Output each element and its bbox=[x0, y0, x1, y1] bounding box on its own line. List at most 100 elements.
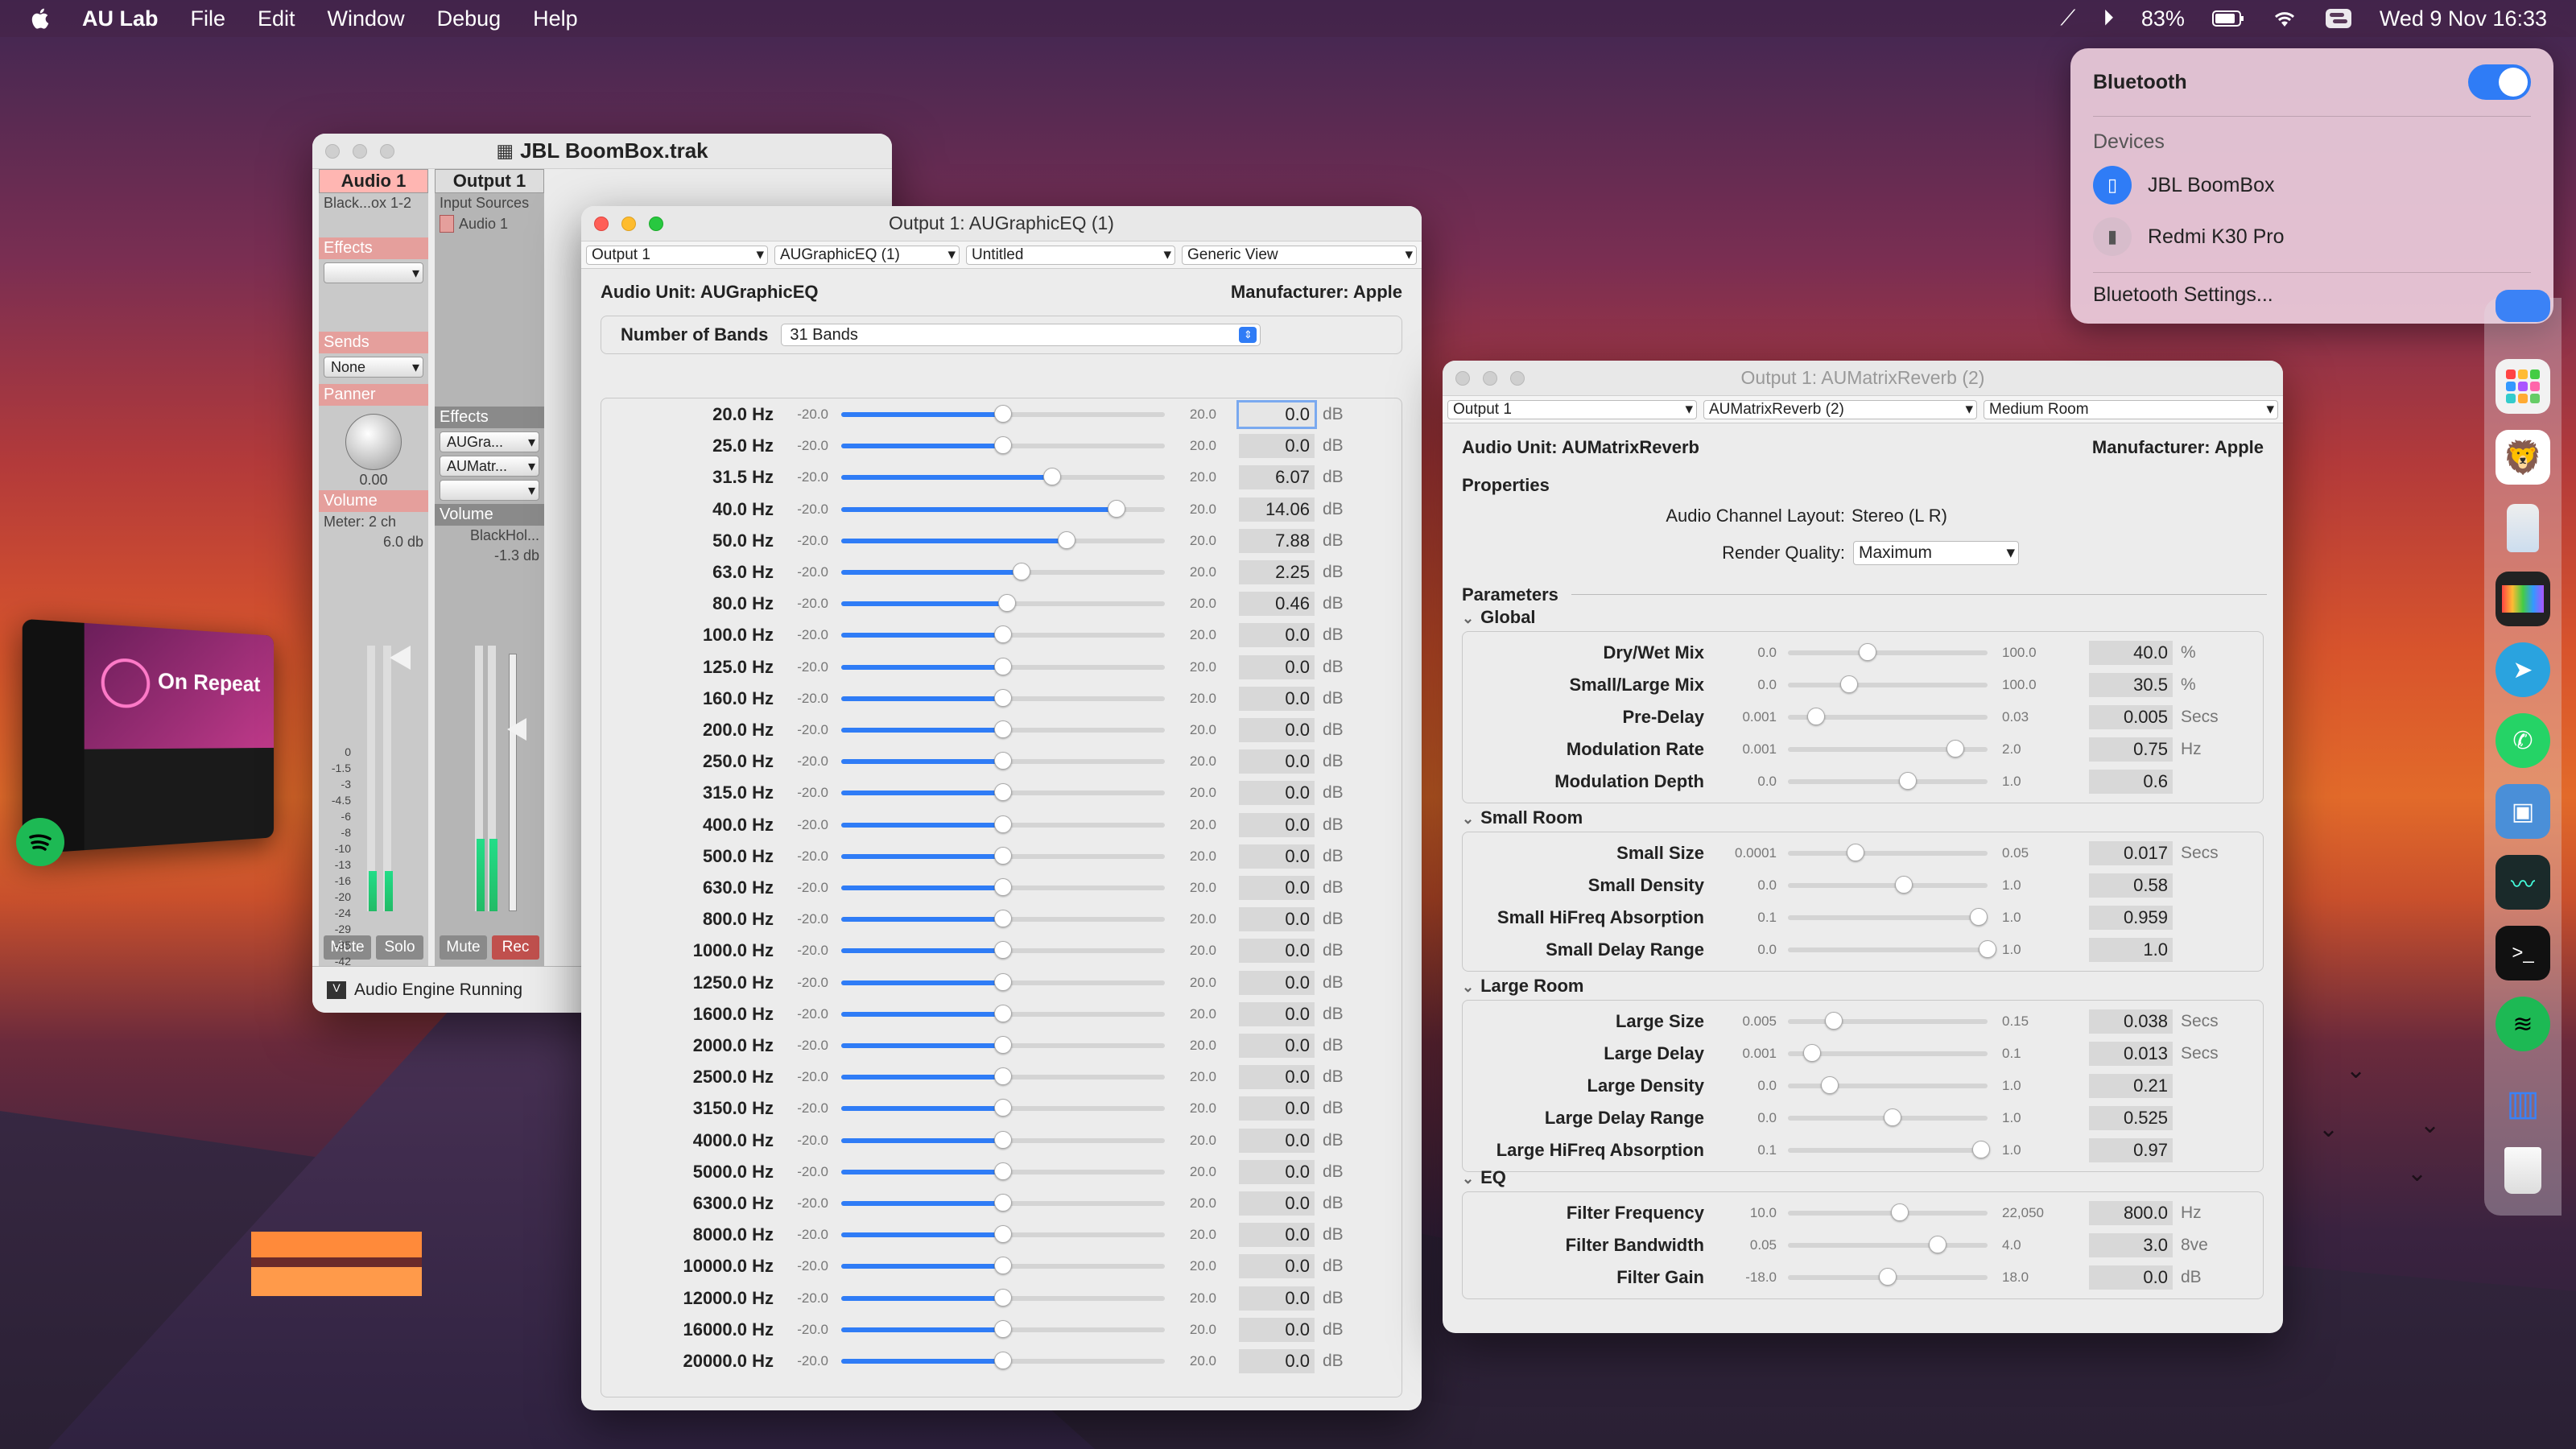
preset-select[interactable]: Untitled bbox=[966, 245, 1175, 265]
send-select[interactable]: None bbox=[324, 357, 423, 378]
band-slider[interactable] bbox=[841, 1319, 1165, 1338]
bluetooth-settings-link[interactable]: Bluetooth Settings... bbox=[2093, 283, 2531, 307]
band-value-field[interactable]: 0.0 bbox=[1239, 939, 1315, 964]
audio-unit-select[interactable]: AUMatrixReverb (2) bbox=[1703, 399, 1977, 419]
slider-knob[interactable] bbox=[1821, 1076, 1839, 1094]
volume-fader-handle[interactable] bbox=[390, 646, 411, 670]
band-slider[interactable] bbox=[841, 499, 1165, 518]
music-miniplayer[interactable]: On Repeat bbox=[22, 618, 275, 855]
zoom-button[interactable] bbox=[1510, 371, 1525, 386]
band-value-field[interactable]: 0.0 bbox=[1239, 812, 1315, 837]
parameter-value-field[interactable]: 0.525 bbox=[2089, 1106, 2173, 1130]
parameter-value-field[interactable]: 0.97 bbox=[2089, 1138, 2173, 1162]
parameter-slider[interactable] bbox=[1788, 876, 1988, 894]
slider-knob[interactable] bbox=[994, 878, 1012, 896]
parameter-slider[interactable] bbox=[1788, 740, 1988, 758]
close-button[interactable] bbox=[325, 144, 340, 159]
slider-knob[interactable] bbox=[994, 625, 1012, 644]
parameter-slider[interactable] bbox=[1788, 1108, 1988, 1126]
slider-knob[interactable] bbox=[994, 405, 1012, 423]
slider-knob[interactable] bbox=[1894, 876, 1913, 894]
band-slider[interactable] bbox=[841, 1130, 1165, 1149]
band-value-field[interactable]: 0.0 bbox=[1239, 749, 1315, 774]
menu-app-name[interactable]: AU Lab bbox=[82, 6, 159, 31]
slider-knob[interactable] bbox=[1971, 1141, 1990, 1158]
effect-slot[interactable] bbox=[324, 262, 423, 283]
slider-knob[interactable] bbox=[1839, 675, 1858, 693]
slider-knob[interactable] bbox=[1012, 563, 1030, 580]
band-slider[interactable] bbox=[841, 1225, 1165, 1244]
bottle-app-icon[interactable] bbox=[2496, 501, 2550, 555]
parameter-slider[interactable] bbox=[1788, 675, 1988, 693]
band-slider[interactable] bbox=[841, 972, 1165, 991]
effect-slot-reverb[interactable]: AUMatr... bbox=[440, 456, 539, 477]
band-value-field[interactable]: 0.0 bbox=[1239, 844, 1315, 869]
slider-knob[interactable] bbox=[1108, 499, 1126, 518]
device-redmi[interactable]: ▮ Redmi K30 Pro bbox=[2093, 217, 2531, 256]
parameter-value-field[interactable]: 0.75 bbox=[2089, 737, 2173, 762]
band-slider[interactable] bbox=[841, 1257, 1165, 1275]
render-quality-select[interactable]: Maximum bbox=[1853, 541, 2019, 565]
strip-input[interactable]: Black...ox 1-2 bbox=[319, 193, 428, 213]
minimize-button[interactable] bbox=[621, 217, 636, 231]
strip-name[interactable]: Audio 1 bbox=[319, 169, 428, 193]
slider-knob[interactable] bbox=[1979, 940, 1996, 958]
parameter-slider[interactable] bbox=[1788, 1236, 1988, 1253]
band-value-field[interactable]: 0.0 bbox=[1239, 718, 1315, 742]
band-value-field[interactable]: 0.0 bbox=[1239, 1349, 1315, 1373]
source-checkbox[interactable] bbox=[440, 215, 454, 233]
band-slider[interactable] bbox=[841, 1004, 1165, 1022]
slider-knob[interactable] bbox=[1043, 468, 1061, 486]
band-slider[interactable] bbox=[841, 783, 1165, 802]
parameter-value-field[interactable]: 30.5 bbox=[2089, 673, 2173, 697]
group-disclosure[interactable]: ⌄ Large Room bbox=[1462, 976, 1583, 997]
band-value-field[interactable]: 0.0 bbox=[1239, 1191, 1315, 1216]
preview-icon[interactable]: ▣ bbox=[2496, 784, 2550, 839]
parameter-slider[interactable] bbox=[1788, 940, 1996, 958]
parameter-slider[interactable] bbox=[1788, 643, 1988, 661]
pan-knob[interactable] bbox=[345, 414, 402, 470]
pen-tool-icon[interactable]: ⟋ bbox=[2060, 6, 2075, 31]
band-slider[interactable] bbox=[841, 688, 1165, 707]
audio-unit-select[interactable]: AUGraphicEQ (1) bbox=[774, 245, 960, 265]
band-slider[interactable] bbox=[841, 1352, 1165, 1369]
band-slider[interactable] bbox=[841, 1099, 1165, 1117]
slider-knob[interactable] bbox=[994, 1257, 1012, 1275]
band-slider[interactable] bbox=[841, 468, 1165, 486]
slider-knob[interactable] bbox=[994, 1036, 1012, 1054]
slider-knob[interactable] bbox=[994, 1099, 1012, 1117]
parameter-value-field[interactable]: 40.0 bbox=[2089, 641, 2173, 665]
menu-file[interactable]: File bbox=[191, 6, 226, 31]
device-jbl[interactable]: ▯ JBL BoomBox bbox=[2093, 166, 2531, 204]
slider-knob[interactable] bbox=[994, 1319, 1012, 1338]
band-slider[interactable] bbox=[841, 1194, 1165, 1212]
activity-monitor-icon[interactable]: 〰 bbox=[2496, 855, 2550, 910]
band-value-field[interactable]: 0.0 bbox=[1236, 400, 1317, 429]
band-slider[interactable] bbox=[841, 530, 1165, 549]
slider-knob[interactable] bbox=[1946, 740, 1965, 758]
slider-knob[interactable] bbox=[994, 688, 1012, 707]
parameter-slider[interactable] bbox=[1788, 708, 1988, 725]
parameter-slider[interactable] bbox=[1788, 1203, 1988, 1221]
band-slider[interactable] bbox=[841, 720, 1165, 738]
parameter-slider[interactable] bbox=[1788, 1076, 1988, 1094]
group-disclosure[interactable]: ⌄ Global bbox=[1462, 607, 1536, 628]
minimize-button[interactable] bbox=[353, 144, 367, 159]
slider-knob[interactable] bbox=[994, 846, 1012, 865]
launchpad-icon[interactable] bbox=[2496, 359, 2550, 414]
band-slider[interactable] bbox=[841, 436, 1165, 455]
band-slider[interactable] bbox=[841, 1036, 1165, 1054]
band-slider[interactable] bbox=[841, 563, 1165, 580]
band-value-field[interactable]: 0.0 bbox=[1239, 876, 1315, 900]
close-button[interactable] bbox=[1455, 371, 1470, 386]
bluetooth-toggle[interactable] bbox=[2468, 64, 2531, 100]
parameter-value-field[interactable]: 0.013 bbox=[2089, 1042, 2173, 1066]
slider-knob[interactable] bbox=[994, 815, 1012, 833]
mute-button[interactable]: Mute bbox=[440, 935, 487, 960]
parameter-value-field[interactable]: 0.017 bbox=[2089, 841, 2173, 865]
group-disclosure[interactable]: ⌄ EQ bbox=[1462, 1167, 1506, 1188]
slider-knob[interactable] bbox=[994, 720, 1012, 738]
band-slider[interactable] bbox=[841, 752, 1165, 770]
band-slider[interactable] bbox=[841, 815, 1165, 833]
band-slider[interactable] bbox=[841, 405, 1165, 423]
